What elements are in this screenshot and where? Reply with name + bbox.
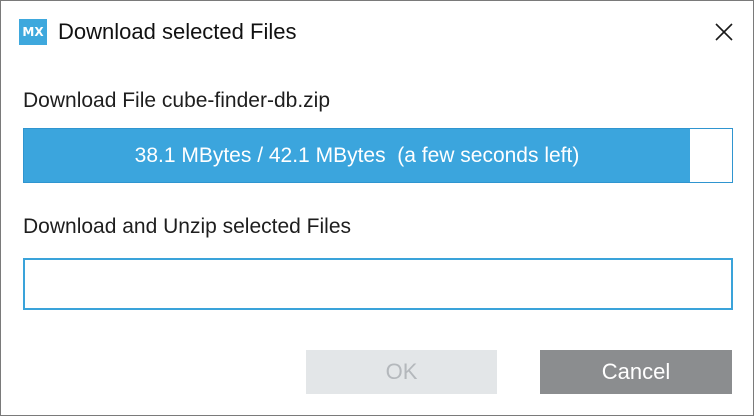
unzip-label: Download and Unzip selected Files — [23, 215, 352, 238]
ok-button[interactable]: OK — [306, 350, 497, 394]
cancel-button[interactable]: Cancel — [540, 350, 732, 394]
progress-text: 38.1 MBytes / 42.1 MBytes (a few seconds… — [134, 143, 580, 167]
download-progress-bar: 38.1 MBytes / 42.1 MBytes (a few seconds… — [23, 128, 733, 183]
unzip-files-field[interactable] — [23, 258, 733, 310]
dialog-title: Download selected Files — [58, 19, 297, 44]
close-icon — [715, 23, 733, 41]
download-dialog: MX Download selected Files Download File… — [0, 0, 754, 416]
app-logo-icon: MX — [19, 19, 47, 45]
close-button[interactable] — [709, 17, 739, 47]
download-file-label: Download File cube-finder-db.zip — [23, 89, 330, 112]
title-bar: MX Download selected Files — [1, 1, 753, 63]
